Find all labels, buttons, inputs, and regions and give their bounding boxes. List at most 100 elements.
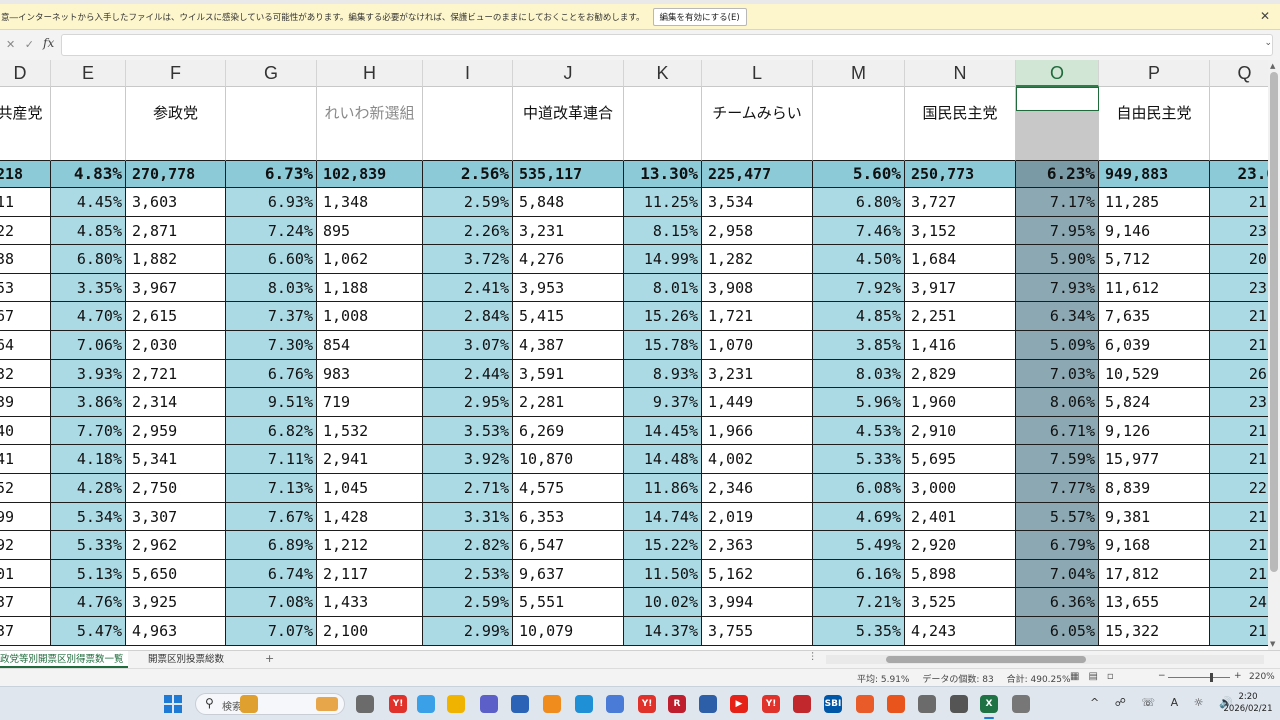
votes-cell[interactable]: 1,188: [317, 273, 423, 303]
youtube-icon[interactable]: ▶: [730, 695, 748, 713]
percent-cell[interactable]: 4.70%: [51, 302, 126, 331]
percent-cell[interactable]: 6.82%: [226, 416, 317, 446]
percent-cell[interactable]: 7.04%: [1016, 559, 1099, 589]
percent-cell[interactable]: 3.85%: [813, 331, 905, 360]
percent-cell[interactable]: 8.03%: [813, 359, 905, 389]
percent-cell[interactable]: 3.31%: [423, 502, 513, 532]
percent-cell[interactable]: 5.49%: [813, 531, 905, 560]
votes-cell[interactable]: 3,525: [905, 588, 1016, 617]
yahoo-icon[interactable]: Y!: [762, 695, 780, 713]
votes-cell[interactable]: 2,019: [702, 502, 813, 532]
percent-cell[interactable]: 21.: [1210, 188, 1268, 217]
teams-icon[interactable]: [480, 695, 498, 713]
votes-cell[interactable]: 2,346: [702, 474, 813, 503]
insert-function-icon[interactable]: fx: [43, 36, 54, 50]
cancel-confirm-icons[interactable]: ✕ ✓: [6, 38, 37, 51]
percent-cell[interactable]: 6.71%: [1016, 416, 1099, 446]
zoom-slider-knob[interactable]: [1210, 673, 1213, 682]
percent-cell[interactable]: 2.41%: [423, 273, 513, 303]
percent-cell[interactable]: 7.17%: [1016, 188, 1099, 217]
vertical-scrollbar[interactable]: ▲ ▼: [1268, 60, 1280, 650]
active-cell[interactable]: [1016, 87, 1099, 111]
votes-cell[interactable]: 40: [0, 416, 51, 446]
expand-formula-bar-icon[interactable]: ⌄: [1264, 38, 1272, 48]
votes-cell[interactable]: 11: [0, 188, 51, 217]
votes-cell[interactable]: 6,039: [1099, 331, 1210, 360]
status-average[interactable]: 平均: 5.91%: [857, 675, 909, 685]
votes-cell[interactable]: 3,967: [126, 273, 226, 303]
percent-cell[interactable]: 23.: [1210, 216, 1268, 246]
percent-cell[interactable]: 21.: [1210, 502, 1268, 532]
app-icon[interactable]: [699, 695, 717, 713]
votes-cell[interactable]: 250,773: [905, 161, 1016, 188]
column-header-p[interactable]: P: [1099, 60, 1210, 87]
votes-cell[interactable]: 2,920: [905, 531, 1016, 560]
party-name-cell[interactable]: チームみらい: [702, 87, 813, 161]
percent-cell[interactable]: 7.77%: [1016, 474, 1099, 503]
vertical-scroll-thumb[interactable]: [1270, 72, 1278, 572]
votes-cell[interactable]: 37: [0, 588, 51, 617]
yahoo-icon[interactable]: Y!: [638, 695, 656, 713]
system-tray-icons[interactable]: ^ ☍ ☏ A ☼ 🔊: [1090, 696, 1239, 709]
party-name-cell[interactable]: [226, 87, 317, 161]
votes-cell[interactable]: 5,551: [513, 588, 624, 617]
percent-cell[interactable]: 5.60%: [813, 161, 905, 188]
votes-cell[interactable]: 53: [0, 273, 51, 303]
votes-cell[interactable]: 2,251: [905, 302, 1016, 331]
votes-cell[interactable]: 4,575: [513, 474, 624, 503]
votes-cell[interactable]: 11,285: [1099, 188, 1210, 217]
votes-cell[interactable]: 535,117: [513, 161, 624, 188]
votes-cell[interactable]: 2,615: [126, 302, 226, 331]
percent-cell[interactable]: 7.67%: [226, 502, 317, 532]
sheet-tab-vote-by-party[interactable]: 政党等別開票区別得票数一覧: [0, 651, 128, 668]
percent-cell[interactable]: 20.: [1210, 245, 1268, 274]
votes-cell[interactable]: 67: [0, 302, 51, 331]
votes-cell[interactable]: 1,212: [317, 531, 423, 560]
percent-cell[interactable]: 6.08%: [813, 474, 905, 503]
votes-cell[interactable]: 1,282: [702, 245, 813, 274]
votes-cell[interactable]: 2,750: [126, 474, 226, 503]
votes-cell[interactable]: 3,925: [126, 588, 226, 617]
status-sum[interactable]: 合計: 490.25%: [1007, 675, 1071, 685]
votes-cell[interactable]: 1,960: [905, 388, 1016, 417]
percent-cell[interactable]: 2.59%: [423, 188, 513, 217]
votes-cell[interactable]: 3,917: [905, 273, 1016, 303]
votes-cell[interactable]: 37: [0, 617, 51, 646]
percent-cell[interactable]: 7.37%: [226, 302, 317, 331]
votes-cell[interactable]: 983: [317, 359, 423, 389]
percent-cell[interactable]: 5.47%: [51, 617, 126, 646]
percent-cell[interactable]: 2.99%: [423, 617, 513, 646]
party-name-cell[interactable]: [1210, 87, 1268, 161]
column-header-m[interactable]: M: [813, 60, 905, 87]
percent-cell[interactable]: 2.82%: [423, 531, 513, 560]
percent-cell[interactable]: 7.93%: [1016, 273, 1099, 303]
percent-cell[interactable]: 5.34%: [51, 502, 126, 532]
votes-cell[interactable]: 3,755: [702, 617, 813, 646]
percent-cell[interactable]: 14.48%: [624, 445, 702, 474]
percent-cell[interactable]: 14.37%: [624, 617, 702, 646]
app-icon[interactable]: [918, 695, 936, 713]
votes-cell[interactable]: 3,000: [905, 474, 1016, 503]
percent-cell[interactable]: 2.44%: [423, 359, 513, 389]
votes-cell[interactable]: 2,941: [317, 445, 423, 474]
votes-cell[interactable]: 2,721: [126, 359, 226, 389]
percent-cell[interactable]: 11.25%: [624, 188, 702, 217]
percent-cell[interactable]: 5.33%: [813, 445, 905, 474]
votes-cell[interactable]: 64: [0, 331, 51, 360]
party-name-cell[interactable]: 中道改革連合: [513, 87, 624, 161]
party-name-cell[interactable]: 国民民主党: [905, 87, 1016, 161]
votes-cell[interactable]: 3,603: [126, 188, 226, 217]
percent-cell[interactable]: 4.85%: [51, 216, 126, 246]
votes-cell[interactable]: 5,824: [1099, 388, 1210, 417]
votes-cell[interactable]: 8,839: [1099, 474, 1210, 503]
party-name-cell[interactable]: [813, 87, 905, 161]
column-header-i[interactable]: I: [423, 60, 513, 87]
column-header-e[interactable]: E: [51, 60, 126, 87]
party-name-cell[interactable]: [51, 87, 126, 161]
percent-cell[interactable]: 9.37%: [624, 388, 702, 417]
votes-cell[interactable]: 9,126: [1099, 416, 1210, 446]
percent-cell[interactable]: 5.09%: [1016, 331, 1099, 360]
votes-cell[interactable]: 2,314: [126, 388, 226, 417]
column-header-f[interactable]: F: [126, 60, 226, 87]
sbi-icon[interactable]: SBI: [824, 695, 842, 713]
